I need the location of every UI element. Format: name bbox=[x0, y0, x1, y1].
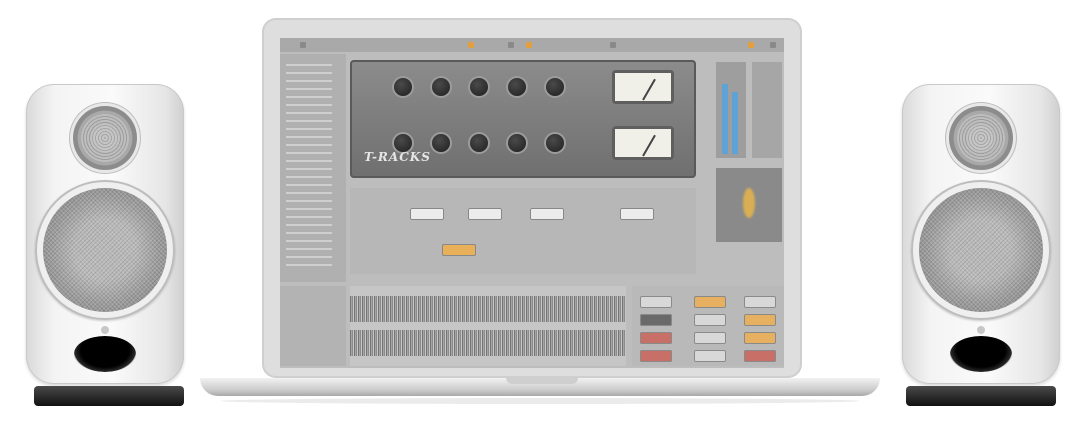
knob bbox=[470, 78, 488, 96]
right-woofer-ring bbox=[911, 180, 1051, 320]
preset-sidebar bbox=[280, 54, 346, 282]
meter-bar bbox=[722, 84, 728, 154]
knob bbox=[432, 78, 450, 96]
right-studio-monitor bbox=[902, 84, 1060, 384]
loudness-panel bbox=[752, 62, 782, 158]
waveform-display bbox=[350, 286, 626, 366]
module-tile bbox=[694, 314, 726, 326]
chain-module bbox=[620, 208, 654, 220]
right-woofer bbox=[919, 188, 1043, 312]
compressor-rack-unit: T-RACKS bbox=[350, 60, 696, 178]
knob bbox=[546, 134, 564, 152]
laptop-shadow bbox=[220, 398, 860, 404]
right-logo-dot bbox=[977, 326, 985, 334]
product-photo: T-RACKS bbox=[0, 0, 1086, 442]
plugin-brand: T-RACKS bbox=[364, 150, 431, 164]
level-meters bbox=[716, 62, 746, 158]
module-tile bbox=[694, 332, 726, 344]
toolbar-icon bbox=[610, 42, 616, 48]
knob bbox=[394, 78, 412, 96]
chain-module bbox=[410, 208, 444, 220]
knob bbox=[508, 134, 526, 152]
stereo-scope bbox=[716, 168, 782, 242]
left-woofer-ring bbox=[35, 180, 175, 320]
module-tile bbox=[640, 332, 672, 344]
vu-meter bbox=[612, 126, 674, 160]
meter-bar bbox=[732, 92, 738, 154]
toolbar-icon bbox=[300, 42, 306, 48]
knob bbox=[432, 134, 450, 152]
knob bbox=[470, 134, 488, 152]
module-tile bbox=[744, 296, 776, 308]
left-studio-monitor bbox=[26, 84, 184, 384]
right-tweeter bbox=[949, 106, 1013, 170]
knob bbox=[546, 78, 564, 96]
app-toolbar bbox=[280, 38, 784, 52]
left-logo-dot bbox=[101, 326, 109, 334]
toolbar-icon bbox=[468, 42, 474, 48]
toolbar-icon bbox=[748, 42, 754, 48]
left-tweeter bbox=[73, 106, 137, 170]
chain-module bbox=[468, 208, 502, 220]
track-list bbox=[280, 286, 346, 366]
module-browser bbox=[632, 286, 784, 366]
laptop-notch bbox=[506, 378, 578, 384]
toolbar-icon bbox=[508, 42, 514, 48]
module-tile bbox=[694, 350, 726, 362]
module-tile bbox=[694, 296, 726, 308]
laptop-screen: T-RACKS bbox=[280, 38, 784, 368]
right-speaker-stand bbox=[906, 386, 1056, 406]
left-woofer bbox=[43, 188, 167, 312]
left-speaker-stand bbox=[34, 386, 184, 406]
vu-meter bbox=[612, 70, 674, 104]
module-tile bbox=[744, 350, 776, 362]
module-tile bbox=[744, 332, 776, 344]
module-tile bbox=[640, 296, 672, 308]
chain-module bbox=[530, 208, 564, 220]
signal-chain bbox=[350, 188, 696, 274]
chain-module bbox=[442, 244, 476, 256]
toolbar-icon bbox=[526, 42, 532, 48]
knob bbox=[508, 78, 526, 96]
right-bass-port bbox=[950, 336, 1012, 372]
module-tile bbox=[640, 350, 672, 362]
power-icon bbox=[770, 42, 776, 48]
module-tile bbox=[744, 314, 776, 326]
module-tile bbox=[640, 314, 672, 326]
left-bass-port bbox=[74, 336, 136, 372]
laptop-lid: T-RACKS bbox=[262, 18, 802, 378]
